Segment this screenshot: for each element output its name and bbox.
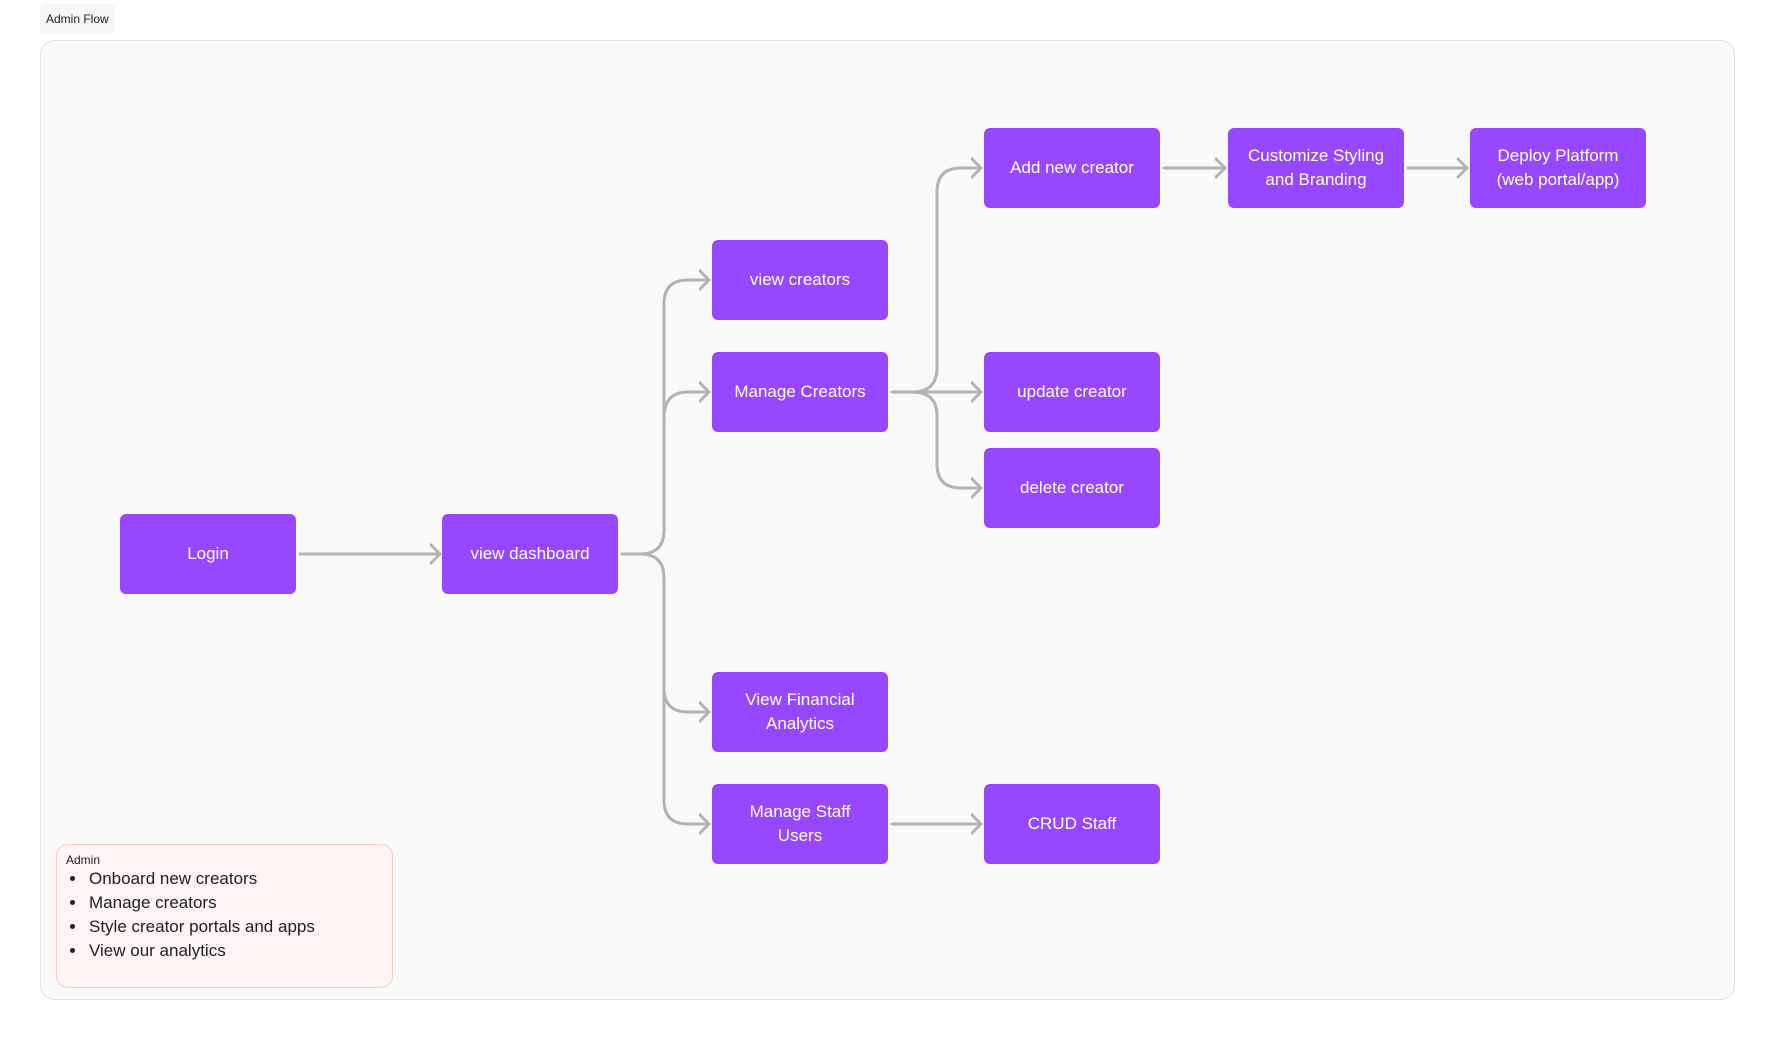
node-manage-staff-users[interactable]: Manage Staff Users bbox=[712, 784, 888, 864]
note-item: Onboard new creators bbox=[87, 867, 315, 891]
frame-title[interactable]: Admin Flow bbox=[40, 4, 115, 34]
node-delete-creator[interactable]: delete creator bbox=[984, 448, 1160, 528]
note-list: Onboard new creators Manage creators Sty… bbox=[57, 867, 315, 963]
note-item: Style creator portals and apps bbox=[87, 915, 315, 939]
node-login[interactable]: Login bbox=[120, 514, 296, 594]
node-deploy-platform[interactable]: Deploy Platform (web portal/app) bbox=[1470, 128, 1646, 208]
node-view-dashboard[interactable]: view dashboard bbox=[442, 514, 618, 594]
node-manage-creators[interactable]: Manage Creators bbox=[712, 352, 888, 432]
admin-note[interactable]: Admin Onboard new creators Manage creato… bbox=[56, 844, 393, 988]
node-view-financial-analytics[interactable]: View Financial Analytics bbox=[712, 672, 888, 752]
node-update-creator[interactable]: update creator bbox=[984, 352, 1160, 432]
note-item: Manage creators bbox=[87, 891, 315, 915]
node-add-new-creator[interactable]: Add new creator bbox=[984, 128, 1160, 208]
note-item: View our analytics bbox=[87, 939, 315, 963]
note-title: Admin bbox=[66, 853, 101, 867]
node-customize-styling[interactable]: Customize Styling and Branding bbox=[1228, 128, 1404, 208]
node-view-creators[interactable]: view creators bbox=[712, 240, 888, 320]
node-crud-staff[interactable]: CRUD Staff bbox=[984, 784, 1160, 864]
